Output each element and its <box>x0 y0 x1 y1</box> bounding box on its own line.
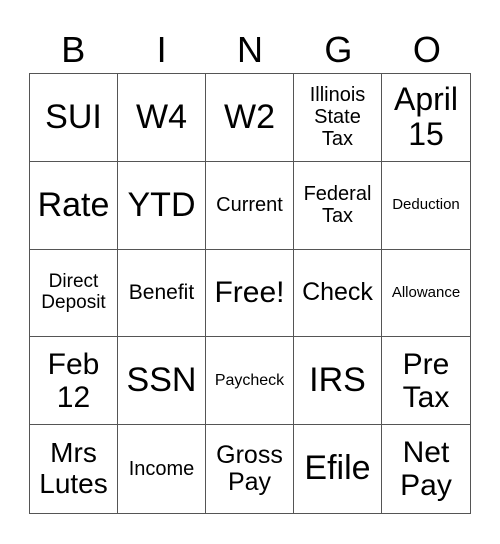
bingo-cell[interactable]: Net Pay <box>382 425 470 513</box>
cell-label: Income <box>128 458 195 481</box>
cell-label: Deduction <box>392 195 460 213</box>
bingo-cell[interactable]: Income <box>118 425 206 513</box>
cell-label: Efile <box>304 449 371 488</box>
cell-label: April 15 <box>393 81 458 153</box>
cell-label: W2 <box>224 97 275 136</box>
cell-label: Illinois State Tax <box>309 84 366 151</box>
cell-label: Feb 12 <box>47 347 100 414</box>
header-letter-b: B <box>61 29 86 70</box>
cell-label: Mrs Lutes <box>39 437 108 500</box>
bingo-cell[interactable]: Direct Deposit <box>30 249 118 338</box>
cell-label: Pre Tax <box>402 347 450 414</box>
bingo-cell[interactable]: YTD <box>118 161 206 250</box>
cell-label: YTD <box>127 185 196 224</box>
bingo-cell[interactable]: Check <box>294 249 382 338</box>
bingo-cell[interactable]: Feb 12 <box>30 337 118 426</box>
cell-label: Allowance <box>391 283 461 301</box>
cell-label: IRS <box>309 361 366 400</box>
bingo-cell[interactable]: Paycheck <box>206 337 294 426</box>
bingo-cell[interactable]: Mrs Lutes <box>30 425 118 513</box>
bingo-cell[interactable]: Pre Tax <box>382 337 470 426</box>
bingo-cell[interactable]: IRS <box>294 337 382 426</box>
bingo-cell[interactable]: Gross Pay <box>206 425 294 513</box>
bingo-cell[interactable]: SSN <box>118 337 206 426</box>
bingo-cell[interactable]: W2 <box>206 74 294 162</box>
bingo-cell[interactable]: Current <box>206 161 294 250</box>
bingo-cell[interactable]: Rate <box>30 161 118 250</box>
bingo-cell[interactable]: Free! <box>206 249 294 338</box>
bingo-cell[interactable]: Allowance <box>382 250 470 338</box>
bingo-cell[interactable]: April 15 <box>382 74 470 162</box>
cell-label: Paycheck <box>214 371 285 389</box>
cell-label: Benefit <box>128 281 195 305</box>
cell-label: Current <box>216 194 283 217</box>
header-letter-o: O <box>412 29 441 70</box>
cell-label: Free! <box>214 276 285 310</box>
bingo-header: B I N G O <box>29 28 471 72</box>
bingo-cell[interactable]: Deduction <box>382 162 470 250</box>
bingo-cell[interactable]: Federal Tax <box>294 161 382 250</box>
bingo-cell[interactable]: SUI <box>30 74 118 162</box>
cell-label: Federal Tax <box>303 183 372 228</box>
cell-label: Check <box>302 278 373 307</box>
cell-label: Net Pay <box>400 436 452 503</box>
header-letter-g: G <box>324 29 353 70</box>
cell-label: W4 <box>136 97 187 136</box>
cell-label: Rate <box>37 185 110 224</box>
bingo-grid: SUI W4 W2 Illinois State Tax April 15 Rate YTD… <box>29 73 471 514</box>
bingo-cell[interactable]: Benefit <box>118 249 206 338</box>
cell-label: Direct Deposit <box>41 271 106 313</box>
bingo-cell[interactable]: W4 <box>118 74 206 162</box>
bingo-cell[interactable]: Efile <box>294 425 382 513</box>
header-letter-n: N <box>237 29 264 70</box>
cell-label: SSN <box>126 361 197 400</box>
header-letter-i: I <box>156 29 167 70</box>
bingo-cell[interactable]: Illinois State Tax <box>294 74 382 162</box>
cell-label: Gross Pay <box>216 440 283 497</box>
cell-label: SUI <box>45 97 102 136</box>
